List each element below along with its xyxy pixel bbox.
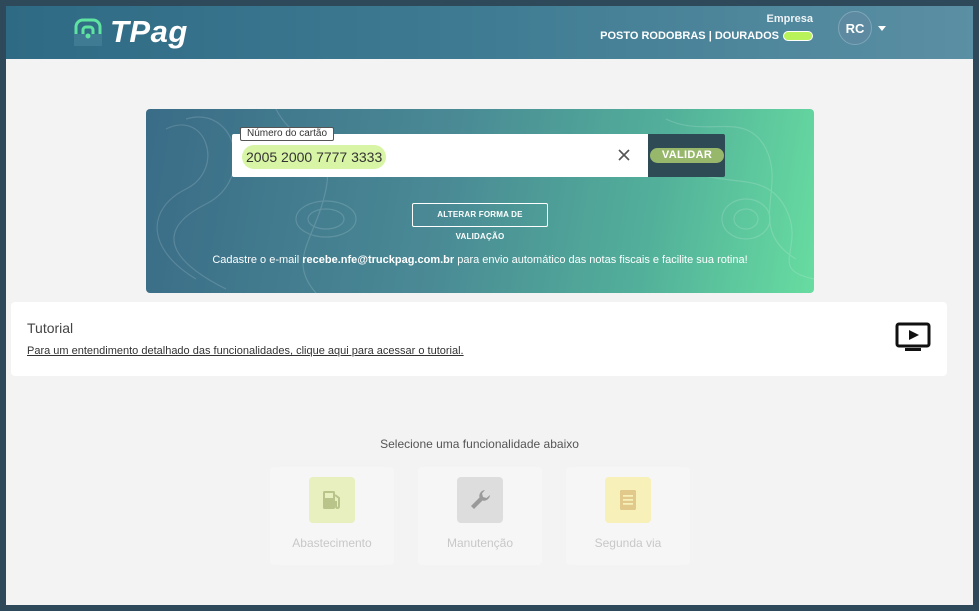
user-avatar[interactable]: RC <box>838 11 872 45</box>
function-prompt: Selecione uma funcionalidade abaixo <box>380 437 579 451</box>
tutorial-link[interactable]: Para um entendimento detalhado das funci… <box>27 345 464 357</box>
function-card-second-copy[interactable]: Segunda via <box>566 467 690 565</box>
company-highlight-pill <box>783 31 813 41</box>
validation-panel: 2005 2000 7777 3333 Número do cartão VAL… <box>146 109 814 293</box>
change-validation-method-button[interactable]: ALTERAR FORMA DE VALIDAÇÃO <box>412 203 548 241</box>
logo[interactable]: TPag <box>74 14 188 50</box>
video-tutorial-icon[interactable] <box>895 322 931 352</box>
message-pre: Cadastre o e-mail <box>212 254 303 266</box>
validate-button-container: VALIDAR <box>648 134 725 177</box>
top-bar: TPag Empresa POSTO RODOBRAS | DOURADOS R… <box>6 6 973 59</box>
function-card-maintenance[interactable]: Manutenção <box>418 467 542 565</box>
card-number-input[interactable]: 2005 2000 7777 3333 <box>242 145 387 169</box>
logo-text: TPag <box>110 14 188 49</box>
company-name: POSTO RODOBRAS | DOURADOS <box>600 30 779 42</box>
clear-icon[interactable] <box>616 147 632 163</box>
nfe-email-message: Cadastre o e-mail recebe.nfe@truckpag.co… <box>146 254 814 266</box>
app-frame: TPag Empresa POSTO RODOBRAS | DOURADOS R… <box>6 6 973 605</box>
function-label: Manutenção <box>446 536 514 550</box>
function-card-fueling[interactable]: Abastecimento <box>270 467 394 565</box>
company-info: Empresa POSTO RODOBRAS | DOURADOS <box>600 13 813 42</box>
fuel-pump-icon <box>309 477 355 523</box>
message-post: para envio automático das notas fiscais … <box>454 254 748 266</box>
user-menu-caret-icon[interactable] <box>878 26 886 31</box>
tpag-logo-icon <box>74 18 102 46</box>
validate-button[interactable]: VALIDAR <box>650 148 724 163</box>
function-label: Segunda via <box>594 536 662 550</box>
card-number-label: Número do cartão <box>240 127 335 141</box>
message-email: recebe.nfe@truckpag.com.br <box>302 254 455 266</box>
company-label: Empresa <box>766 13 813 25</box>
tutorial-title: Tutorial <box>27 320 74 336</box>
tutorial-card: Tutorial Para um entendimento detalhado … <box>11 302 947 376</box>
wrench-icon <box>457 477 503 523</box>
company-name-row: POSTO RODOBRAS | DOURADOS <box>600 30 813 42</box>
function-label: Abastecimento <box>292 536 372 550</box>
document-icon <box>605 477 651 523</box>
